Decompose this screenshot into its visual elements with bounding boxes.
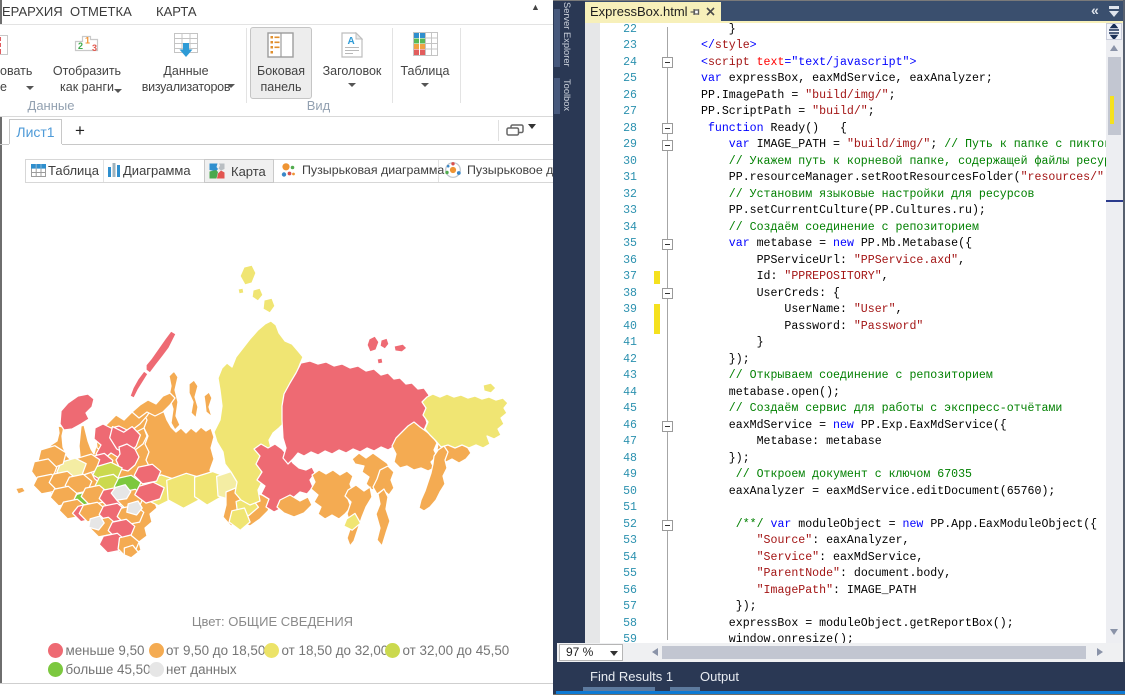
svg-text:2: 2 <box>78 41 83 51</box>
svg-text:1: 1 <box>85 36 90 46</box>
svg-text:A: A <box>348 36 355 47</box>
svg-text:3: 3 <box>92 43 97 53</box>
